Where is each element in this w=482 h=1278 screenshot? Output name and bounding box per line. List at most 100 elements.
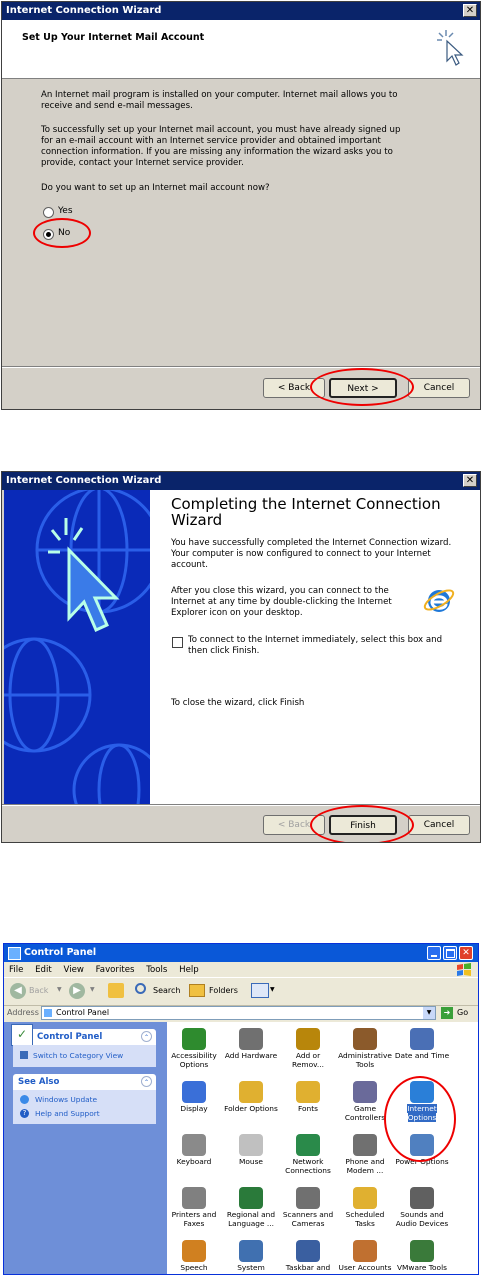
- cp-icon-fonts[interactable]: Fonts: [279, 1081, 337, 1114]
- cp-icon-printers-and-faxes[interactable]: Printers and Faxes: [165, 1187, 223, 1228]
- views-dropdown-icon[interactable]: ▼: [270, 986, 275, 993]
- cp-item-label: Display: [180, 1104, 208, 1113]
- cp-icon-network-connections[interactable]: Network Connections: [279, 1134, 337, 1175]
- forward-dropdown-icon[interactable]: ▼: [90, 986, 95, 993]
- cp-item-label: User Accounts: [338, 1263, 392, 1272]
- cp-icon-add-or-remov[interactable]: Add or Remov...: [279, 1028, 337, 1069]
- menu-edit[interactable]: Edit: [35, 965, 52, 975]
- back-dropdown-icon[interactable]: ▼: [57, 986, 62, 993]
- cp-item-icon: [410, 1028, 434, 1050]
- go-button-label[interactable]: Go: [457, 1008, 468, 1017]
- address-field[interactable]: Control Panel ▼: [41, 1006, 436, 1020]
- wizard-cursor-icon: [437, 30, 464, 66]
- control-panel-icon: [8, 947, 21, 960]
- radio-selected-icon: [43, 229, 54, 240]
- close-instruction: To close the wizard, click Finish: [171, 698, 305, 708]
- cp-icon-date-and-time[interactable]: Date and Time: [393, 1028, 451, 1061]
- xp-titlebar: Control Panel ✕: [4, 944, 478, 962]
- control-panel-box-header[interactable]: ✓ Control Panel ⌃: [11, 1024, 156, 1046]
- radio-yes-label: Yes: [58, 206, 73, 216]
- cp-item-icon: [182, 1081, 206, 1103]
- views-icon[interactable]: [251, 983, 269, 998]
- cp-item-label: Accessibility Options: [171, 1051, 217, 1069]
- cp-item-label: VMware Tools: [397, 1263, 447, 1272]
- maximize-button[interactable]: [443, 946, 457, 960]
- control-panel-window: Control Panel ✕ File Edit View Favorites…: [3, 943, 479, 1275]
- cp-icon-internet-options[interactable]: Internet Options: [393, 1081, 451, 1122]
- folders-button-label[interactable]: Folders: [209, 986, 238, 995]
- close-icon[interactable]: ✕: [459, 946, 473, 960]
- cp-item-label: Internet Options: [407, 1104, 437, 1122]
- up-folder-icon[interactable]: [108, 983, 124, 998]
- close-button[interactable]: ✕: [463, 474, 477, 487]
- menu-tools[interactable]: Tools: [146, 965, 167, 975]
- forward-arrow-icon[interactable]: ▶: [69, 983, 85, 999]
- menu-file[interactable]: File: [9, 965, 23, 975]
- help-support-link[interactable]: Help and Support: [35, 1109, 100, 1118]
- cp-item-icon: [353, 1081, 377, 1103]
- next-button[interactable]: Next >: [329, 378, 397, 398]
- cp-icon-mouse[interactable]: Mouse: [222, 1134, 280, 1167]
- see-also-header[interactable]: See Also ⌃: [13, 1074, 156, 1090]
- cp-icon-regional-and-language[interactable]: Regional and Language ...: [222, 1187, 280, 1228]
- cp-item-icon: [296, 1187, 320, 1209]
- menu-favorites[interactable]: Favorites: [96, 965, 135, 975]
- toolbar: ◀ Back ▼ ▶ ▼ Search Folders ▼: [4, 977, 478, 1006]
- windows-update-link[interactable]: Windows Update: [35, 1095, 97, 1104]
- cp-icon-user-accounts[interactable]: User Accounts: [336, 1240, 394, 1273]
- desktop-paragraph: After you close this wizard, you can con…: [171, 586, 392, 618]
- cancel-button[interactable]: Cancel: [408, 815, 470, 835]
- back-button[interactable]: < Back: [263, 815, 325, 835]
- cp-icon-folder-options[interactable]: Folder Options: [222, 1081, 280, 1114]
- switch-view-link[interactable]: Switch to Category View: [33, 1051, 123, 1060]
- back-button[interactable]: < Back: [263, 378, 325, 398]
- cp-icon-speech[interactable]: Speech: [165, 1240, 223, 1273]
- control-panel-icon: [44, 1009, 52, 1017]
- connect-checkbox[interactable]: [172, 637, 183, 648]
- back-arrow-icon[interactable]: ◀: [10, 983, 26, 999]
- window-title: Internet Connection Wizard: [2, 2, 480, 20]
- cp-icon-administrative-tools[interactable]: Administrative Tools: [336, 1028, 394, 1069]
- cp-item-icon: [410, 1187, 434, 1209]
- menu-view[interactable]: View: [64, 965, 84, 975]
- cp-icon-vmware-tools[interactable]: VMware Tools: [393, 1240, 451, 1273]
- go-arrow-icon[interactable]: ➜: [441, 1007, 453, 1019]
- folders-icon[interactable]: [189, 984, 205, 997]
- cp-icon-power-options[interactable]: Power Options: [393, 1134, 451, 1167]
- cp-item-label: Add Hardware: [224, 1051, 278, 1060]
- window-title: Control Panel: [24, 947, 97, 958]
- cp-icon-system[interactable]: System: [222, 1240, 280, 1273]
- finish-button[interactable]: Finish: [329, 815, 397, 835]
- cp-icon-scanners-and-cameras[interactable]: Scanners and Cameras: [279, 1187, 337, 1228]
- collapse-chevron-icon[interactable]: ⌃: [141, 1076, 152, 1087]
- cp-item-label: Scanners and Cameras: [282, 1210, 334, 1228]
- windows-logo-icon: [457, 963, 471, 976]
- cp-icon-display[interactable]: Display: [165, 1081, 223, 1114]
- search-icon[interactable]: [135, 983, 146, 994]
- cp-icon-game-controllers[interactable]: Game Controllers: [336, 1081, 394, 1122]
- cp-item-label: Keyboard: [176, 1157, 212, 1166]
- collapse-chevron-icon[interactable]: ⌃: [141, 1031, 152, 1042]
- minimize-button[interactable]: [427, 946, 441, 960]
- cp-icon-keyboard[interactable]: Keyboard: [165, 1134, 223, 1167]
- cp-item-label: Phone and Modem ...: [345, 1157, 385, 1175]
- requirements-paragraph: To successfully set up your Internet mai…: [41, 125, 401, 168]
- address-dropdown-icon[interactable]: ▼: [423, 1007, 435, 1019]
- close-button[interactable]: ✕: [463, 4, 477, 17]
- cp-icon-sounds-and-audio-devices[interactable]: Sounds and Audio Devices: [393, 1187, 451, 1228]
- cp-item-label: Sounds and Audio Devices: [395, 1210, 449, 1228]
- cp-item-icon: [239, 1240, 263, 1262]
- cp-icon-add-hardware[interactable]: Add Hardware: [222, 1028, 280, 1061]
- help-icon: ?: [20, 1109, 29, 1118]
- cp-icon-phone-and-modem[interactable]: Phone and Modem ...: [336, 1134, 394, 1175]
- search-button-label[interactable]: Search: [153, 986, 180, 995]
- cp-item-icon: [239, 1187, 263, 1209]
- cancel-button[interactable]: Cancel: [408, 378, 470, 398]
- cp-icon-scheduled-tasks[interactable]: Scheduled Tasks: [336, 1187, 394, 1228]
- cp-icon-accessibility-options[interactable]: Accessibility Options: [165, 1028, 223, 1069]
- cp-item-label: Power Options: [395, 1157, 449, 1166]
- address-value: Control Panel: [56, 1008, 110, 1017]
- cp-item-label: Speech: [180, 1263, 208, 1272]
- cp-icon-taskbar-and[interactable]: Taskbar and: [279, 1240, 337, 1273]
- menu-help[interactable]: Help: [179, 965, 199, 975]
